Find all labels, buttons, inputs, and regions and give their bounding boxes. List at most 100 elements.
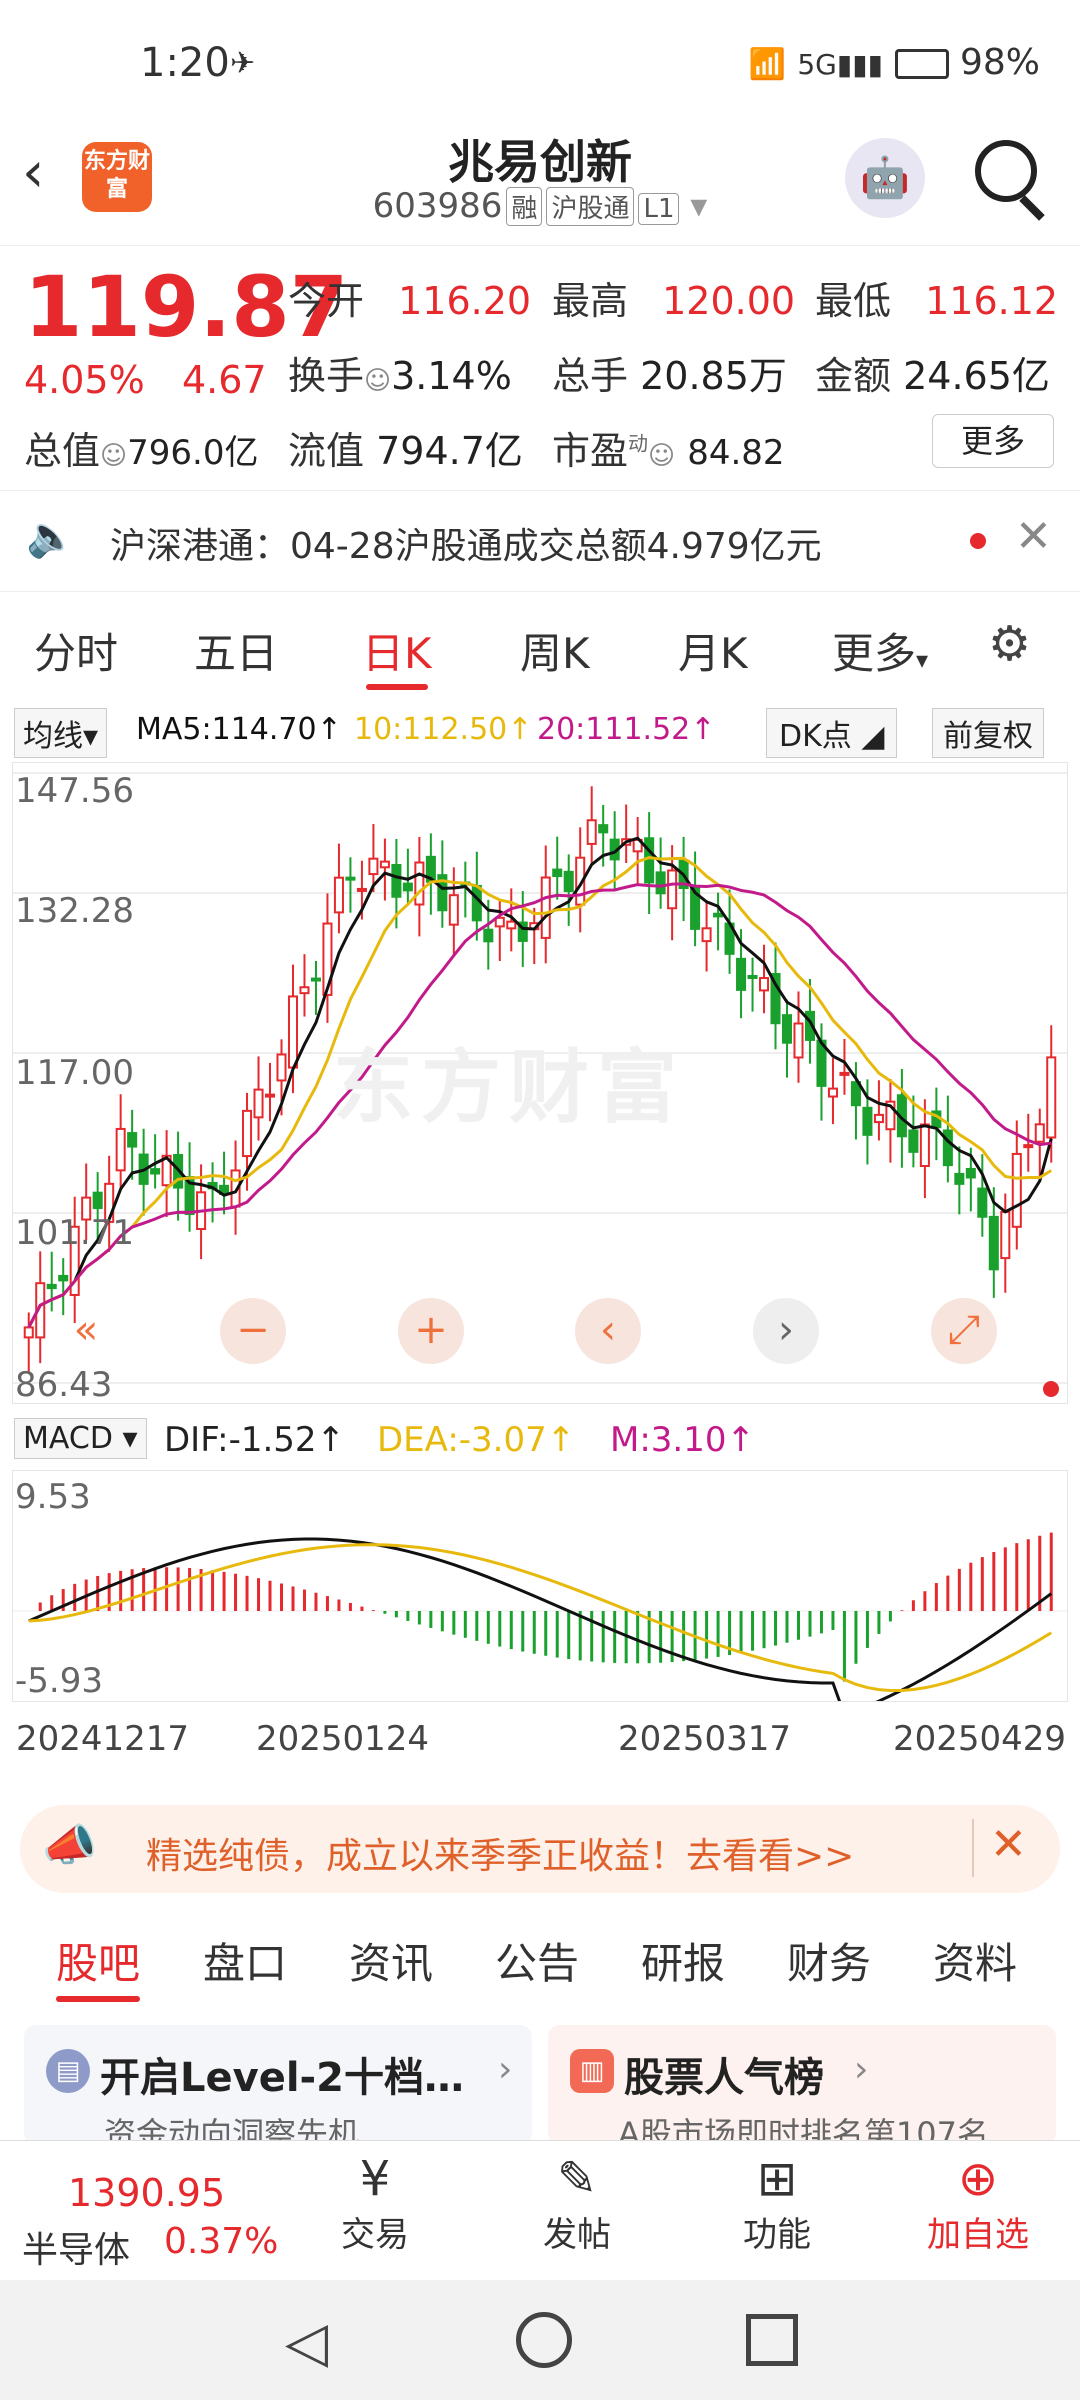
candle-body — [276, 1053, 287, 1082]
tab-more-label: 更多 — [832, 629, 917, 678]
indicator-select[interactable]: 均线▾ — [14, 708, 108, 758]
candle-body — [839, 1071, 850, 1076]
info-icon: ☺ — [364, 366, 392, 396]
add-watchlist-label: 加自选 — [927, 2215, 1029, 2255]
candle-body — [58, 1274, 69, 1282]
turnover-value: 3.14% — [391, 354, 512, 398]
close-icon[interactable]: ✕ — [990, 1819, 1027, 1870]
tab-five-day[interactable]: 五日 — [194, 620, 278, 681]
dropdown-icon: ▾ — [679, 186, 708, 226]
dk-label: DK点 — [779, 719, 852, 754]
chevron-right-icon: › — [498, 2049, 513, 2090]
macd-chart[interactable]: 9.53 -5.93 — [12, 1470, 1068, 1702]
edit-icon: ✎ — [556, 2151, 598, 2207]
high-value: 120.00 — [662, 279, 796, 323]
battery-level: 98% — [959, 42, 1040, 83]
candle-body — [46, 1283, 57, 1290]
close-icon[interactable]: ✕ — [1015, 511, 1052, 562]
candle-body — [414, 861, 425, 906]
market-cap-row: 总值☺796.0亿 — [24, 420, 258, 475]
wifi-icon: 📶 — [748, 47, 786, 82]
period-tabs: 分时 五日 日K 周K 月K 更多▾ ⚙ — [0, 590, 1080, 700]
candle-body — [310, 977, 321, 982]
candle-body — [655, 871, 666, 895]
candle-body — [242, 1109, 253, 1158]
amount-value: 24.65亿 — [903, 354, 1050, 398]
kline-chart[interactable]: 东方财富 147.56 132.28 117.00 101.71 86.43 «… — [12, 762, 1068, 1405]
scroll-right-button[interactable]: › — [753, 1298, 819, 1364]
dropdown-icon: ▾ — [916, 646, 929, 674]
post-button[interactable]: ✎ 发帖 — [507, 2141, 647, 2256]
adjust-button[interactable]: 前复权 — [932, 708, 1044, 758]
mcap-value: 796.0亿 — [127, 433, 259, 473]
candle-body — [23, 1326, 34, 1339]
tab-daily-k[interactable]: 日K — [362, 620, 432, 690]
tab-intraday[interactable]: 分时 — [34, 620, 118, 681]
zoom-out-button[interactable]: − — [220, 1298, 286, 1364]
sector-change: 0.37% — [164, 2221, 279, 2262]
sector-name: 半导体 — [22, 2230, 131, 2271]
stock-code: 603986 — [372, 186, 503, 226]
dk-point-button[interactable]: DK点 ◢ — [766, 708, 898, 758]
dea-line — [28, 1543, 1053, 1693]
tab-more[interactable]: 更多▾ — [832, 620, 928, 681]
tab-research[interactable]: 研报 — [641, 1930, 725, 1991]
tag-connect: 沪股通 — [546, 187, 635, 226]
battery-icon — [894, 49, 949, 79]
kline-legend: 均线▾ MA5:114.70↑ 10:112.50↑ 20:111.52↑ DK… — [14, 708, 1074, 758]
macd-select[interactable]: MACD ▾ — [14, 1418, 147, 1459]
candle-body — [115, 1127, 126, 1172]
more-button[interactable]: 更多 — [932, 414, 1054, 468]
candle-body — [954, 1172, 965, 1185]
candle-body — [713, 912, 724, 918]
scroll-start-icon[interactable]: « — [53, 1298, 119, 1364]
tab-pankou[interactable]: 盘口 — [203, 1930, 287, 1991]
mcap-label: 总值 — [24, 429, 101, 473]
tab-guba[interactable]: 股吧 — [56, 1930, 141, 2002]
plus-circle-icon: ⊕ — [957, 2151, 999, 2207]
candle-body — [333, 876, 344, 914]
nav-recents-icon[interactable] — [746, 2314, 798, 2366]
robot-assistant-icon[interactable]: 🤖 — [845, 138, 925, 218]
candle-body — [563, 870, 574, 893]
ranking-icon: ▥ — [570, 2049, 614, 2093]
pe-sup: 动 — [628, 431, 649, 456]
dea-value: DEA:-3.07↑ — [377, 1420, 576, 1460]
tab-announcements[interactable]: 公告 — [495, 1930, 579, 1991]
volume-row: 总手 20.85万 — [552, 345, 787, 400]
sector-index-value: 1390.95 — [68, 2171, 226, 2215]
ad-banner[interactable]: 📣 精选纯债，成立以来季季正收益！去看看>> ✕ — [20, 1805, 1060, 1893]
notice-bar[interactable]: 🔈 沪深港通：04-28沪股通成交总额4.979亿元 ✕ — [0, 490, 1080, 592]
nav-home-icon[interactable] — [516, 2312, 572, 2368]
candle-body — [1011, 1152, 1022, 1228]
date-label-2: 20250124 — [256, 1719, 430, 1759]
functions-button[interactable]: ⊞ 功能 — [707, 2141, 847, 2256]
search-icon[interactable] — [975, 140, 1037, 202]
settings-gear-icon[interactable]: ⚙ — [988, 616, 1031, 672]
tab-news[interactable]: 资讯 — [349, 1930, 433, 1991]
nav-back-icon[interactable]: ◁ — [285, 2310, 328, 2375]
tab-weekly-k[interactable]: 周K — [520, 620, 590, 681]
open-value: 116.20 — [398, 279, 532, 323]
add-watchlist-button[interactable]: ⊕ 加自选 — [908, 2141, 1048, 2256]
sector-index[interactable]: 1390.95 半导体 0.37% — [0, 2141, 290, 2281]
trade-button[interactable]: ¥ 交易 — [305, 2141, 445, 2256]
tab-monthly-k[interactable]: 月K — [678, 620, 748, 681]
turnover-row: 换手☺3.14% — [288, 345, 512, 400]
float-label: 流值 — [288, 429, 365, 473]
tab-profile[interactable]: 资料 — [933, 1930, 1017, 1991]
zoom-in-button[interactable]: + — [398, 1298, 464, 1364]
candle-body — [552, 868, 563, 878]
candle-body — [667, 869, 678, 910]
fullscreen-button[interactable]: ⤢ — [931, 1298, 997, 1364]
pe-row: 市盈动☺ 84.82 — [552, 420, 785, 475]
level2-card[interactable]: ▤ 开启Level-2十档… › 资金动向洞察先机 — [24, 2025, 532, 2145]
tab-finance[interactable]: 财务 — [787, 1930, 871, 1991]
candle-body — [862, 1106, 873, 1136]
scroll-left-button[interactable]: ‹ — [575, 1298, 641, 1364]
candle-body — [586, 819, 597, 845]
stock-header: ‹ 东方财富 兆易创新 603986 融沪股通 L1 ▾ 🤖 — [0, 120, 1080, 246]
level2-title: 开启Level-2十档… — [100, 2055, 464, 2101]
marker-dot — [1043, 1381, 1059, 1397]
popularity-card[interactable]: ▥ 股票人气榜 › A股市场即时排名第107名 — [548, 2025, 1056, 2145]
